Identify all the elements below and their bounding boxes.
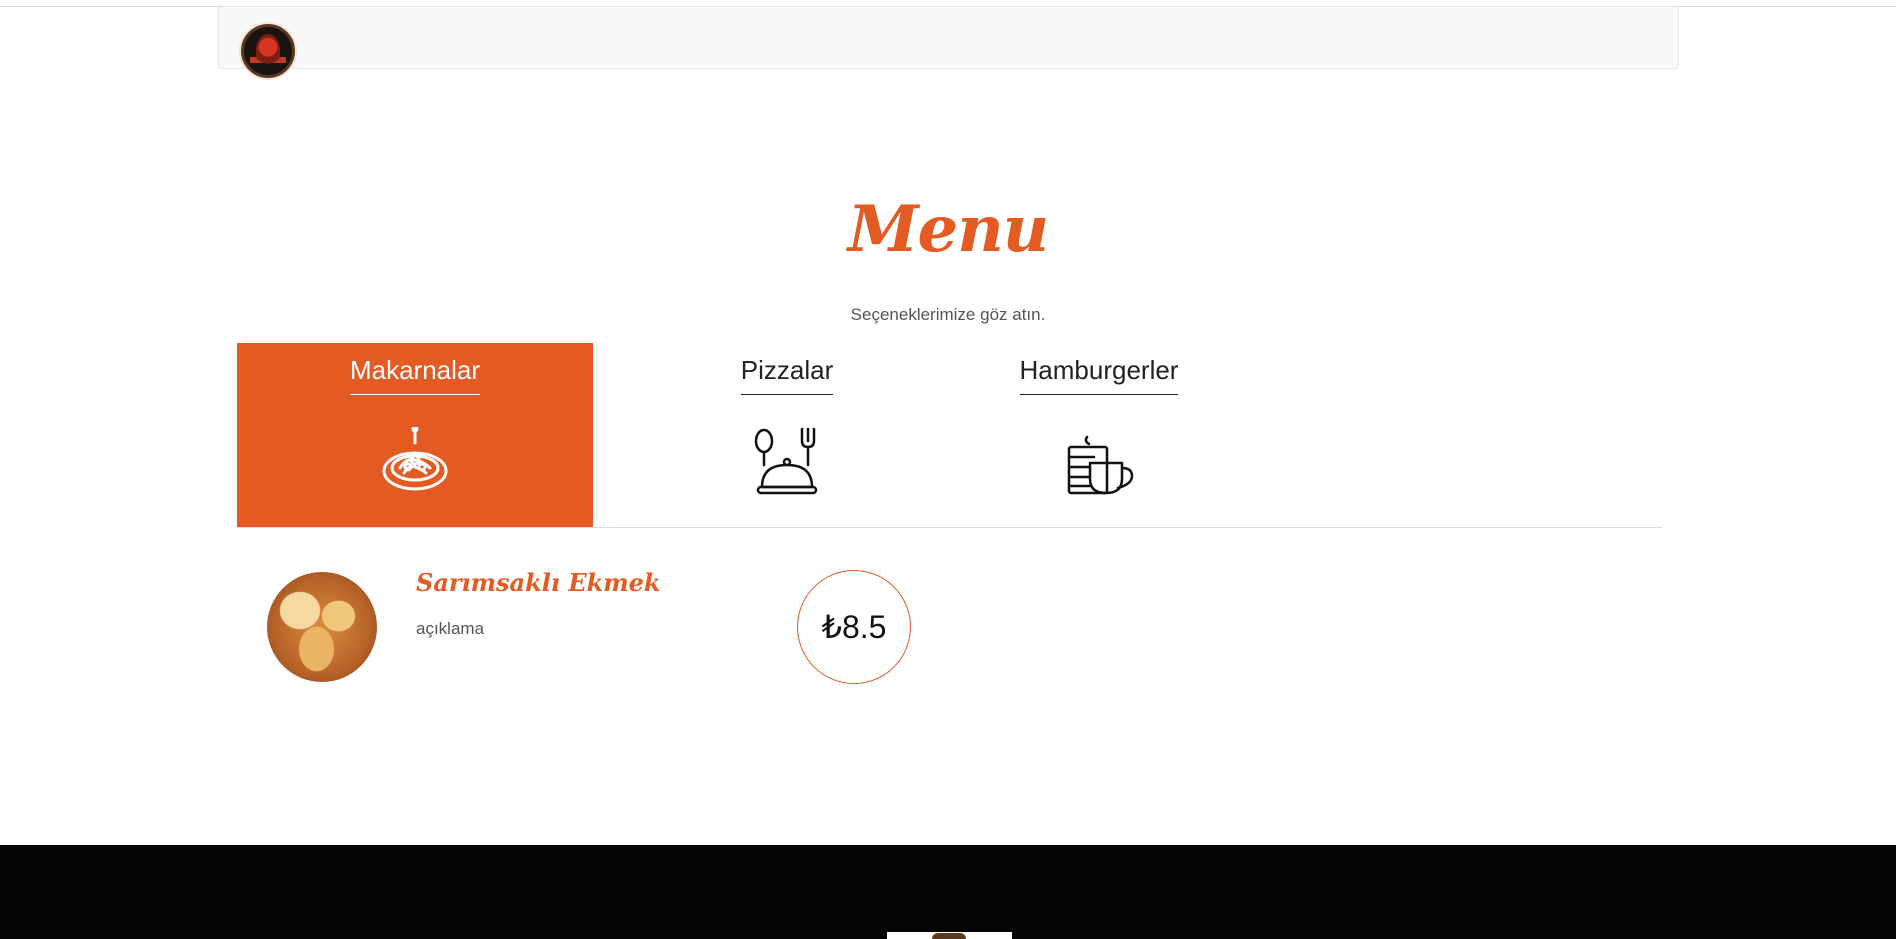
cloche-cutlery-icon (754, 427, 818, 495)
tab-pizzalar[interactable]: Pizzalar (683, 343, 891, 527)
item-description: açıklama (416, 619, 485, 638)
garlic-bread-photo (267, 572, 377, 682)
menu-title: Menu (847, 192, 1050, 267)
tab-label: Hamburgerler (1019, 355, 1179, 395)
category-tabs: Makarnalar Pizzalar Hamburgerler (237, 343, 1662, 528)
logo-badge (250, 57, 286, 63)
item-name: Sarımsaklı Ekmek (416, 568, 661, 597)
tab-label: Makarnalar (349, 355, 481, 395)
tab-label: Pizzalar (740, 355, 834, 395)
item-price: ₺8.5 (797, 570, 911, 684)
tabs-divider (237, 527, 1662, 528)
menu-item: Sarımsaklı Ekmek açıklama ₺8.5 (237, 560, 997, 690)
footer (0, 845, 1896, 939)
coffee-cake-icon (1067, 435, 1134, 495)
pasta-plate-icon (382, 427, 448, 491)
navbar (218, 6, 1679, 78)
restaurant-logo[interactable] (241, 24, 295, 78)
footer-logo[interactable] (887, 932, 1012, 939)
tab-hamburgerler[interactable]: Hamburgerler (1004, 343, 1194, 527)
menu-subtitle: Seçeneklerimize göz atın. (850, 305, 1046, 324)
tab-makarnalar[interactable]: Makarnalar (237, 343, 593, 527)
